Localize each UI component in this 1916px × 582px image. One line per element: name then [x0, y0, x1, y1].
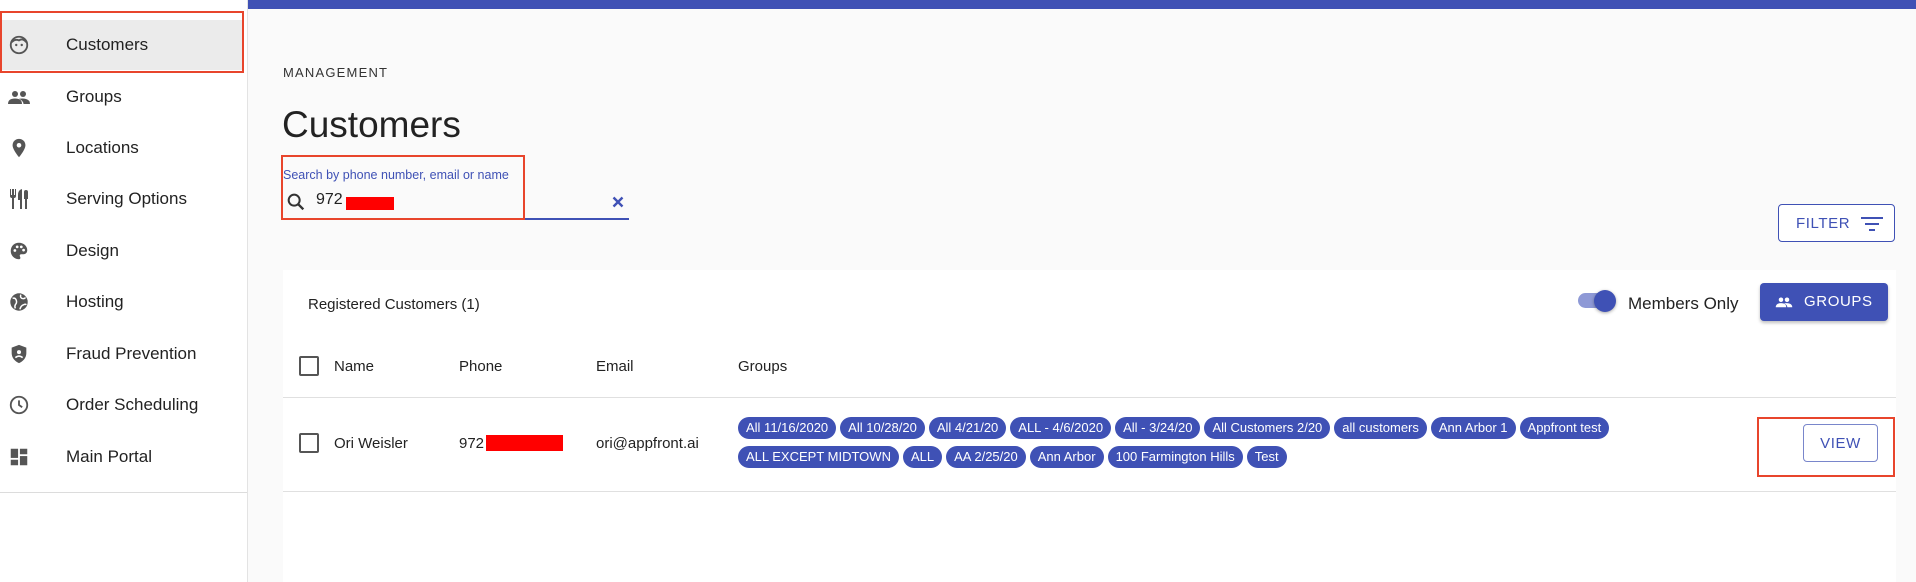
- group-chip[interactable]: ALL EXCEPT MIDTOWN: [738, 446, 899, 468]
- column-header-email: Email: [596, 358, 634, 375]
- sidebar-item-groups[interactable]: Groups: [0, 72, 243, 122]
- view-customer-button[interactable]: VIEW: [1803, 424, 1878, 462]
- sidebar-item-design[interactable]: Design: [0, 226, 243, 276]
- sidebar-item-label: Order Scheduling: [66, 395, 199, 414]
- group-chips-line-2: ALL EXCEPT MIDTOWN ALL AA 2/25/20 Ann Ar…: [738, 446, 1291, 468]
- group-chip[interactable]: 100 Farmington Hills: [1107, 446, 1243, 468]
- group-chip[interactable]: Appfront test: [1519, 417, 1610, 439]
- groups-button[interactable]: GROUPS: [1760, 283, 1888, 321]
- sidebar-item-label: Locations: [66, 138, 139, 157]
- customer-name: Ori Weisler: [334, 435, 408, 452]
- sidebar-item-label: Serving Options: [66, 189, 187, 208]
- clear-search-icon[interactable]: [609, 193, 627, 211]
- column-header-groups: Groups: [738, 358, 788, 375]
- group-chip[interactable]: All 4/21/20: [928, 417, 1007, 439]
- group-chip[interactable]: Ann Arbor: [1029, 446, 1104, 468]
- group-chip[interactable]: AA 2/25/20: [946, 446, 1026, 468]
- group-chip[interactable]: Test: [1246, 446, 1287, 468]
- group-chip[interactable]: All 11/16/2020: [738, 417, 837, 439]
- sidebar-item-label: Groups: [66, 87, 122, 106]
- sidebar: Customers Groups Locations Serving Optio…: [0, 0, 248, 582]
- top-app-bar: [248, 0, 1916, 9]
- group-chip[interactable]: all customers: [1334, 417, 1427, 439]
- sidebar-item-serving-options[interactable]: Serving Options: [0, 174, 243, 224]
- sidebar-item-label: Fraud Prevention: [66, 344, 197, 363]
- people-icon: [6, 84, 32, 110]
- clock-icon: [6, 392, 32, 418]
- page-overline: MANAGEMENT: [283, 65, 389, 80]
- row-divider: [283, 491, 1896, 492]
- location-pin-icon: [6, 135, 32, 161]
- palette-icon: [6, 238, 32, 264]
- sidebar-item-order-scheduling[interactable]: Order Scheduling: [0, 380, 243, 430]
- header-divider: [283, 397, 1896, 398]
- members-only-label: Members Only: [1628, 294, 1739, 313]
- sidebar-item-label: Main Portal: [66, 447, 152, 466]
- sidebar-item-fraud-prevention[interactable]: Fraud Prevention: [0, 329, 243, 379]
- sidebar-item-locations[interactable]: Locations: [0, 123, 243, 173]
- people-icon: [1774, 293, 1794, 316]
- search-field: [283, 188, 629, 220]
- sidebar-item-label: Customers: [66, 35, 149, 54]
- column-header-phone: Phone: [459, 358, 503, 375]
- members-only-toggle-thumb[interactable]: [1594, 290, 1616, 312]
- group-chip[interactable]: ALL - 4/6/2020: [1010, 417, 1112, 439]
- customer-phone: 972: [459, 435, 485, 452]
- sidebar-item-hosting[interactable]: Hosting: [0, 277, 243, 327]
- utensils-icon: [6, 186, 32, 212]
- page-title: Customers: [282, 104, 461, 145]
- customer-email: ori@appfront.ai: [596, 435, 699, 452]
- sidebar-item-main-portal[interactable]: Main Portal: [0, 432, 243, 482]
- group-chip[interactable]: All - 3/24/20: [1115, 417, 1201, 439]
- filter-button[interactable]: FILTER: [1778, 204, 1895, 242]
- filter-button-label: FILTER: [1796, 214, 1851, 232]
- group-chip[interactable]: All 10/28/20: [840, 417, 925, 439]
- shield-icon: [6, 341, 32, 367]
- table-title: Registered Customers (1): [308, 296, 480, 313]
- filter-list-icon: [1861, 215, 1883, 238]
- group-chip[interactable]: All Customers 2/20: [1204, 417, 1331, 439]
- group-chip[interactable]: Ann Arbor 1: [1430, 417, 1516, 439]
- group-chip[interactable]: ALL: [902, 446, 943, 468]
- group-chips-line-1: All 11/16/2020 All 10/28/20 All 4/21/20 …: [738, 417, 1613, 439]
- search-label: Search by phone number, email or name: [283, 168, 509, 182]
- sidebar-divider: [0, 492, 247, 493]
- sidebar-item-customers[interactable]: Customers: [0, 20, 243, 70]
- groups-button-label: GROUPS: [1804, 293, 1873, 310]
- globe-icon: [6, 289, 32, 315]
- phone-redaction-mark: [486, 435, 563, 451]
- row-checkbox[interactable]: [299, 433, 319, 453]
- search-redaction-mark: [346, 197, 394, 210]
- customers-table-card: Registered Customers (1) Members Only GR…: [283, 270, 1896, 582]
- face-icon: [6, 32, 32, 58]
- search-icon: [285, 191, 307, 218]
- dashboard-icon: [6, 444, 32, 470]
- select-all-checkbox[interactable]: [299, 356, 319, 376]
- sidebar-item-label: Design: [66, 241, 119, 260]
- column-header-name: Name: [334, 358, 375, 375]
- sidebar-item-label: Hosting: [66, 292, 124, 311]
